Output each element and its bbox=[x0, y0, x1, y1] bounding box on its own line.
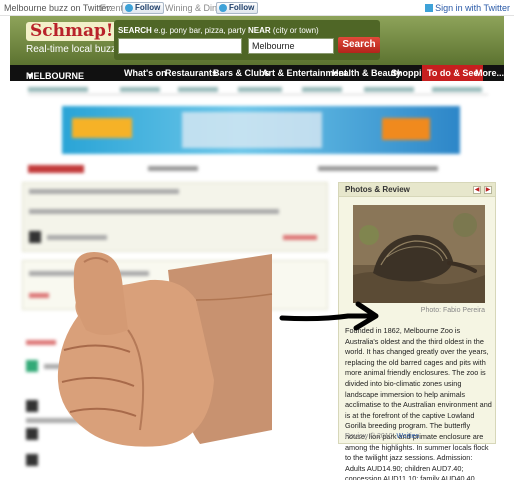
nav-item-more[interactable]: More... bbox=[475, 68, 504, 78]
advertisement-banner[interactable] bbox=[62, 106, 460, 154]
review-credit: Review © 2010, Wcities bbox=[345, 433, 420, 440]
follow-events-button[interactable]: Follow bbox=[122, 2, 165, 14]
search-form: SEARCH e.g. pony bar, pizza, party NEAR … bbox=[114, 20, 380, 60]
search-button[interactable]: Search bbox=[338, 37, 380, 53]
page-title-row bbox=[28, 164, 488, 176]
twitter-bird-icon bbox=[125, 4, 133, 12]
photos-review-panel: Photos & Review ◀ ▶ Photo: Fabio Pereira… bbox=[338, 182, 496, 480]
near-label: NEAR (city or town) bbox=[248, 26, 319, 35]
buzz-text: Melbourne buzz on Twitter: bbox=[4, 3, 112, 13]
twitter-bird-icon bbox=[219, 4, 227, 12]
nav-item-restaurants[interactable]: Restaurants bbox=[165, 68, 217, 78]
wcities-link[interactable]: Wcities bbox=[396, 433, 419, 440]
tagline: Real-time local buzz bbox=[26, 44, 117, 55]
nav-item-whats-on[interactable]: What's on bbox=[124, 68, 167, 78]
main-nav: MELBOURNE ▼ What's on Restaurants Bars &… bbox=[10, 65, 504, 81]
panel-title: Photos & Review bbox=[345, 185, 410, 194]
follow-wining-button[interactable]: Follow bbox=[216, 2, 259, 14]
zoo-description: Founded in 1862, Melbourne Zoo is Austra… bbox=[345, 326, 492, 480]
tweet-box bbox=[22, 260, 328, 310]
buzz-post bbox=[22, 182, 328, 252]
signin-twitter-link[interactable]: Sign in with Twitter bbox=[425, 3, 510, 13]
echidna-image bbox=[353, 205, 485, 303]
site-header: Schmap!! Real-time local buzz SEARCH e.g… bbox=[10, 16, 504, 65]
echidna-photo[interactable] bbox=[353, 205, 485, 303]
chevron-down-icon: ▼ bbox=[26, 71, 35, 81]
twitter-icon bbox=[425, 4, 434, 12]
signin-label: Sign in with Twitter bbox=[435, 3, 510, 13]
photo-credit: Photo: Fabio Pereira bbox=[420, 307, 485, 314]
breadcrumb bbox=[28, 86, 488, 95]
search-label: SEARCH e.g. pony bar, pizza, party bbox=[118, 26, 246, 35]
panel-header: Photos & Review ◀ ▶ bbox=[339, 183, 495, 197]
twitter-strip: Melbourne buzz on Twitter: Events Follow… bbox=[0, 0, 514, 16]
follow-label: Follow bbox=[229, 3, 255, 12]
arrow-left-icon[interactable]: ◀ bbox=[473, 186, 481, 194]
site-logo[interactable]: Schmap!! bbox=[26, 22, 125, 41]
search-input[interactable] bbox=[118, 38, 242, 54]
near-input[interactable]: Melbourne bbox=[248, 38, 334, 54]
follow-label: Follow bbox=[135, 3, 161, 12]
arrow-right-icon[interactable]: ▶ bbox=[484, 186, 492, 194]
